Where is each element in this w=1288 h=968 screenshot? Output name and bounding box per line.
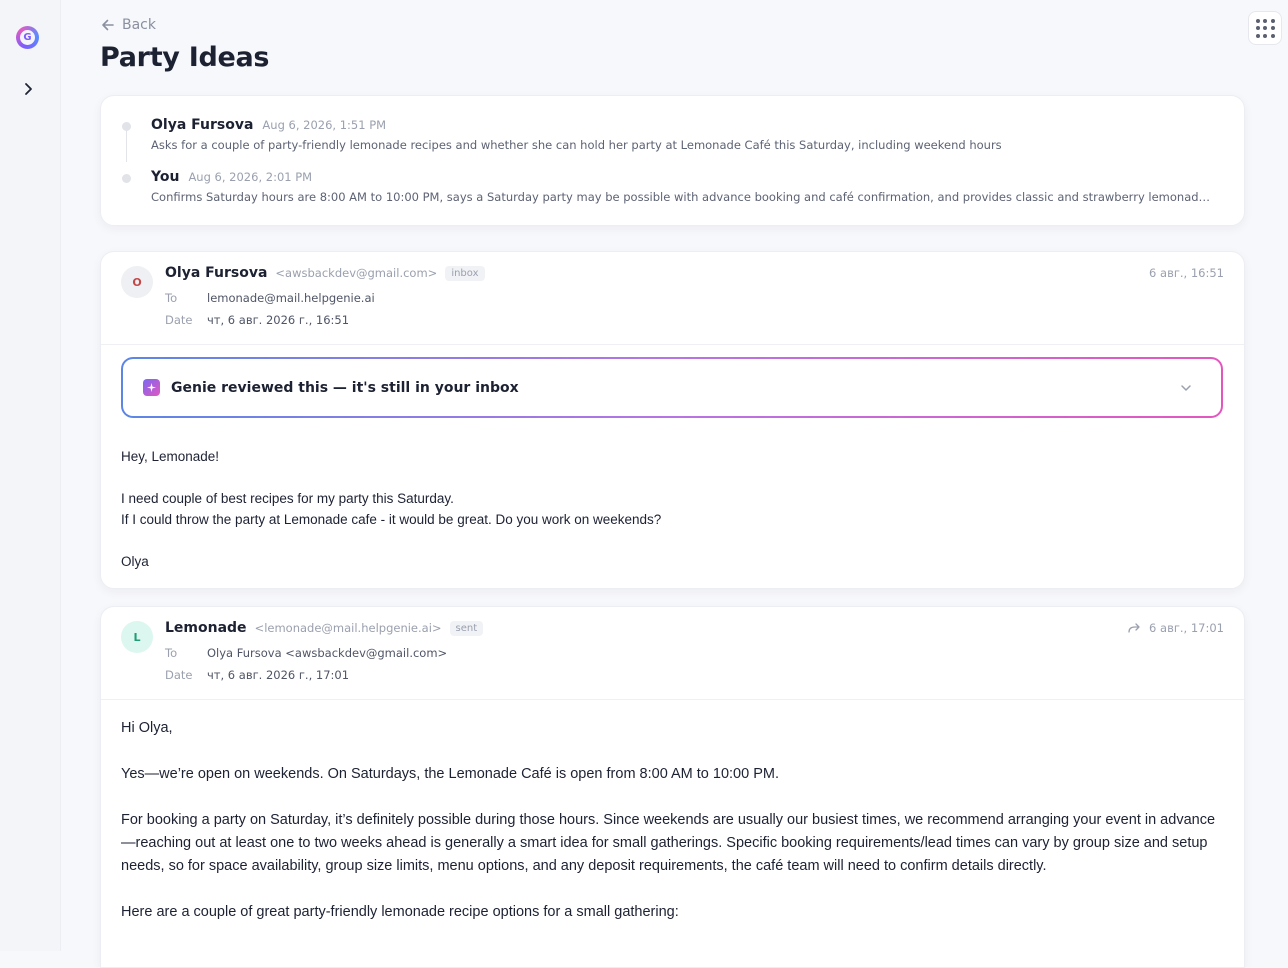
back-label: Back — [122, 17, 156, 33]
back-link[interactable]: Back — [100, 15, 156, 35]
message-time: 6 авг., 17:01 — [1127, 621, 1224, 635]
summary-date: Aug 6, 2026, 1:51 PM — [262, 118, 387, 132]
sparkle-icon — [143, 379, 160, 396]
message-card: O Olya Fursova <awsbackdev@gmail.com> in… — [100, 251, 1245, 589]
sender-line: Lemonade <lemonade@mail.helpgenie.ai> se… — [165, 620, 484, 636]
genie-review-banner[interactable]: Genie reviewed this — it's still in your… — [121, 357, 1223, 418]
sender-email: <lemonade@mail.helpgenie.ai> — [254, 621, 442, 635]
recipient: lemonade@mail.helpgenie.ai — [207, 291, 375, 305]
app-logo[interactable]: G — [16, 26, 39, 49]
summary-sender: You — [151, 169, 180, 185]
summary-sender: Olya Fursova — [151, 117, 254, 133]
chevron-down-icon[interactable] — [1179, 381, 1193, 395]
genie-banner-text: Genie reviewed this — it's still in your… — [171, 379, 519, 396]
summary-date: Aug 6, 2026, 2:01 PM — [188, 170, 313, 184]
timeline-dot — [122, 174, 131, 183]
to-row: To lemonade@mail.helpgenie.ai — [165, 291, 375, 305]
sender-name: Olya Fursova — [165, 265, 268, 281]
message-card: L Lemonade <lemonade@mail.helpgenie.ai> … — [100, 606, 1245, 968]
message-date: чт, 6 авг. 2026 г., 17:01 — [207, 668, 350, 682]
sender-email: <awsbackdev@gmail.com> — [275, 266, 438, 280]
avatar: L — [121, 621, 153, 653]
sender-name: Lemonade — [165, 620, 247, 636]
summary-text: Confirms Saturday hours are 8:00 AM to 1… — [151, 190, 1214, 204]
divider — [101, 344, 1244, 345]
recipient: Olya Fursova <awsbackdev@gmail.com> — [207, 646, 448, 660]
avatar: O — [121, 266, 153, 298]
forward-icon[interactable] — [1127, 621, 1141, 635]
timeline-line — [126, 128, 127, 162]
grid-dot-icon — [1255, 18, 1260, 23]
folder-badge: inbox — [445, 265, 485, 281]
page-title: Party Ideas — [100, 42, 270, 73]
message-body: Hey, Lemonade! I need couple of best rec… — [121, 449, 662, 569]
timeline-dot — [122, 122, 131, 131]
thread-summary-card: Olya Fursova Aug 6, 2026, 1:51 PM Asks f… — [100, 95, 1245, 226]
divider — [101, 699, 1244, 700]
chevron-right-icon — [25, 83, 32, 95]
logo-letter: G — [23, 32, 32, 43]
message-date: чт, 6 авг. 2026 г., 16:51 — [207, 313, 350, 327]
expand-sidebar-button[interactable] — [18, 79, 38, 99]
sender-line: Olya Fursova <awsbackdev@gmail.com> inbo… — [165, 265, 485, 281]
sidebar: G — [0, 0, 61, 951]
summary-text: Asks for a couple of party-friendly lemo… — [151, 138, 1002, 152]
folder-badge: sent — [449, 620, 484, 636]
date-row: Date чт, 6 авг. 2026 г., 16:51 — [165, 313, 350, 327]
date-row: Date чт, 6 авг. 2026 г., 17:01 — [165, 668, 350, 682]
message-time: 6 авг., 16:51 — [1149, 266, 1224, 280]
to-row: To Olya Fursova <awsbackdev@gmail.com> — [165, 646, 448, 660]
message-body: Hi Olya, Yes—we’re open on weekends. On … — [121, 720, 1216, 920]
arrow-left-icon — [102, 19, 114, 31]
summary-entry[interactable]: Olya Fursova Aug 6, 2026, 1:51 PM Asks f… — [151, 117, 1214, 152]
summary-entry[interactable]: You Aug 6, 2026, 2:01 PM Confirms Saturd… — [151, 169, 1214, 204]
apps-grid-button[interactable] — [1248, 11, 1282, 45]
